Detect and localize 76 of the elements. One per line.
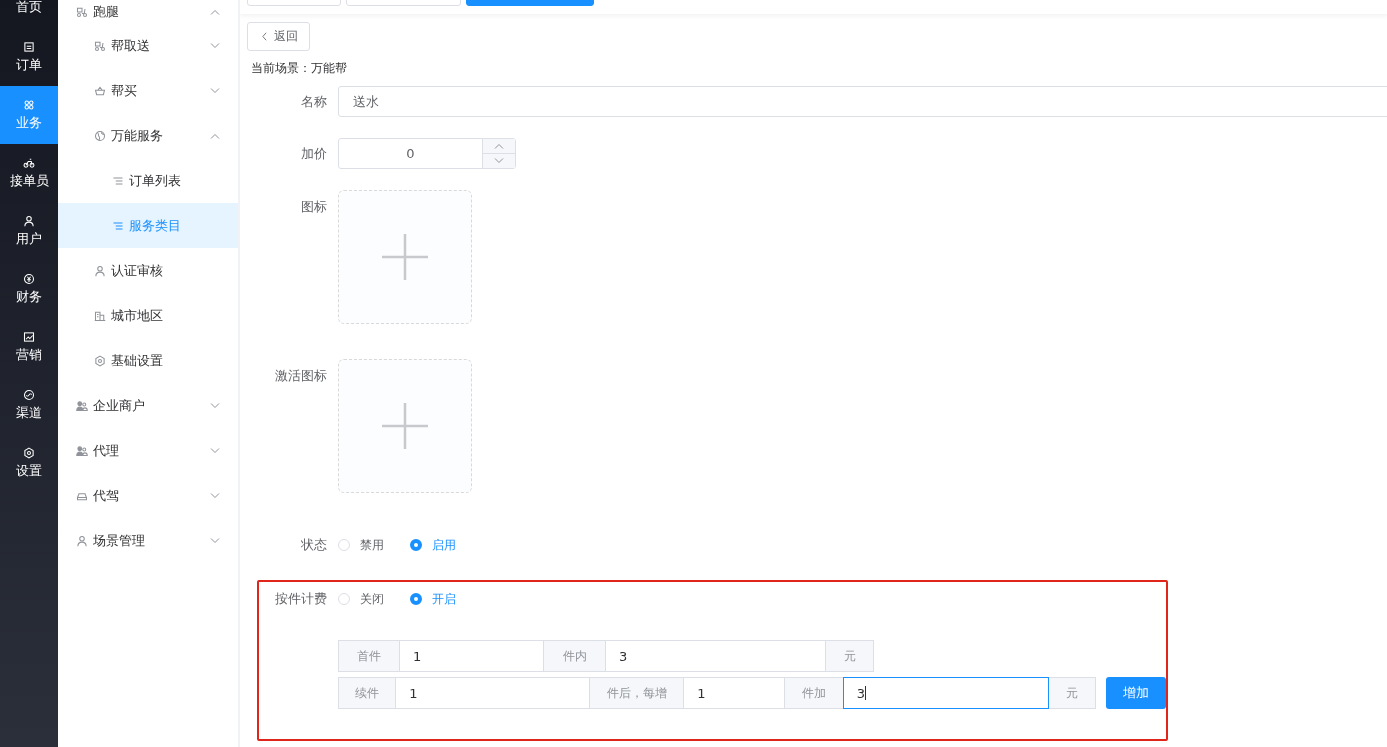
settings-icon [23, 446, 35, 459]
radio-option[interactable]: 禁用 [338, 536, 384, 554]
scene-label: 当前场景：万能帮 [251, 60, 348, 77]
globe-icon [94, 129, 106, 142]
scooter-icon [94, 39, 106, 52]
input-field[interactable]: 1 [395, 677, 591, 709]
field-label: 按件计费 [274, 590, 328, 608]
menu-item[interactable]: 企业商户 [58, 383, 238, 428]
field-addon: 件后，每增 [589, 677, 685, 709]
person-icon [23, 214, 35, 227]
chevron-icon [210, 537, 220, 544]
input-field[interactable]: 1 [399, 640, 544, 672]
nav-item[interactable]: 订单 [0, 28, 58, 86]
menu-item[interactable]: 代理 [58, 428, 238, 473]
document-icon [23, 40, 35, 53]
field-label: 名称 [300, 92, 328, 111]
menu-item[interactable]: 订单列表 [58, 158, 238, 203]
field-addon: 元 [1048, 677, 1097, 709]
chevron-icon [210, 8, 220, 15]
field-addon: 件内 [543, 640, 606, 672]
menu-item[interactable]: 帮买 [58, 68, 238, 113]
number-field[interactable]: 0 [338, 138, 516, 169]
settings-icon [94, 354, 106, 367]
field-addon: 续件 [338, 677, 397, 709]
menu-item[interactable]: 代驾 [58, 473, 238, 518]
chevron-icon [210, 402, 220, 409]
name-field[interactable]: 送水 [338, 86, 1387, 117]
plus-icon [382, 234, 428, 280]
chevron-left-icon [262, 32, 267, 41]
people-icon [76, 444, 88, 457]
field-label: 状态 [300, 536, 328, 554]
nav-item[interactable]: 营销 [0, 318, 58, 376]
basket-icon [94, 84, 106, 97]
field-label: 图标 [300, 198, 328, 216]
radio-option[interactable]: 关闭 [338, 590, 384, 608]
nav-item[interactable]: 渠道 [0, 376, 58, 434]
menu-item[interactable]: 认证审核 [58, 248, 238, 293]
menu-item[interactable]: 万能服务 [58, 113, 238, 158]
input-field[interactable]: 3 [605, 640, 826, 672]
coin-icon [23, 272, 35, 285]
chevron-icon [210, 492, 220, 499]
list-icon [112, 174, 124, 187]
person-icon [94, 264, 106, 277]
input-field[interactable]: 3 [842, 677, 1050, 709]
menu-item[interactable]: 基础设置 [58, 338, 238, 383]
building-icon [94, 309, 106, 322]
menu-item[interactable]: 城市地区 [58, 293, 238, 338]
nav-item[interactable]: 接单员 [0, 144, 58, 202]
image-upload[interactable] [338, 190, 472, 324]
chevron-icon [210, 447, 220, 454]
field-label: 激活图标 [274, 367, 328, 385]
field-label: 加价 [300, 144, 328, 163]
nav-item[interactable]: 财务 [0, 260, 58, 318]
back-button[interactable]: 返回 [247, 22, 310, 51]
nav-item[interactable]: 首页 [0, 0, 58, 28]
grid-icon [23, 98, 35, 111]
chevron-icon [210, 87, 220, 94]
image-upload[interactable] [338, 359, 472, 493]
people-icon [76, 399, 88, 412]
link-icon [23, 388, 35, 401]
person-icon [76, 534, 88, 547]
field-addon: 件加 [783, 677, 844, 709]
scooter-icon [76, 5, 88, 18]
chevron-icon [210, 132, 220, 139]
bicycle-icon [23, 156, 35, 169]
nav-item[interactable]: 用户 [0, 202, 58, 260]
field-addon: 首件 [338, 640, 400, 672]
menu-item[interactable]: 帮取送 [58, 23, 238, 68]
plus-icon [382, 403, 428, 449]
nav-item[interactable]: 设置 [0, 434, 58, 492]
chart-icon [23, 330, 35, 343]
menu-item[interactable]: 跑腿 [58, 0, 238, 23]
field-addon: 元 [825, 640, 874, 672]
menu-item[interactable]: 场景管理 [58, 518, 238, 563]
chevron-icon [210, 42, 220, 49]
list-icon [112, 219, 124, 232]
